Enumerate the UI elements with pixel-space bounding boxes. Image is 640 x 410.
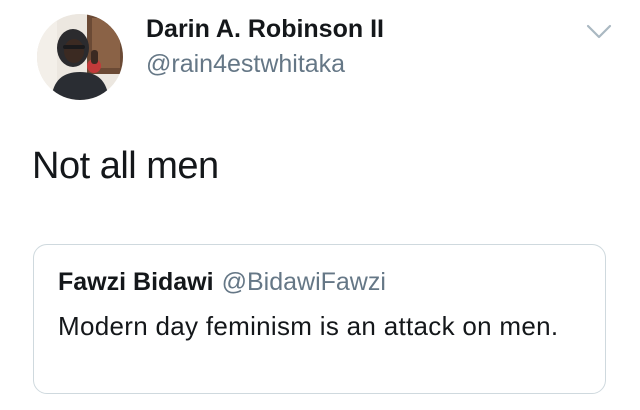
quoted-author-handle: @BidawiFawzi: [221, 268, 386, 296]
quoted-tweet-card[interactable]: Fawzi Bidawi @BidawiFawzi Modern day femi…: [33, 244, 606, 394]
avatar[interactable]: [37, 14, 123, 100]
tweet-text: Not all men: [32, 145, 219, 187]
author-handle[interactable]: @rain4estwhitaka: [146, 49, 345, 79]
avatar-photo: [37, 14, 123, 100]
chevron-down-icon[interactable]: [584, 20, 614, 42]
quoted-author-name: Fawzi Bidawi: [58, 268, 214, 296]
quoted-tweet-header: Fawzi Bidawi @BidawiFawzi: [58, 267, 386, 297]
quoted-tweet-text: Modern day feminism is an attack on men.: [58, 311, 559, 341]
author-name[interactable]: Darin A. Robinson II: [146, 14, 384, 44]
